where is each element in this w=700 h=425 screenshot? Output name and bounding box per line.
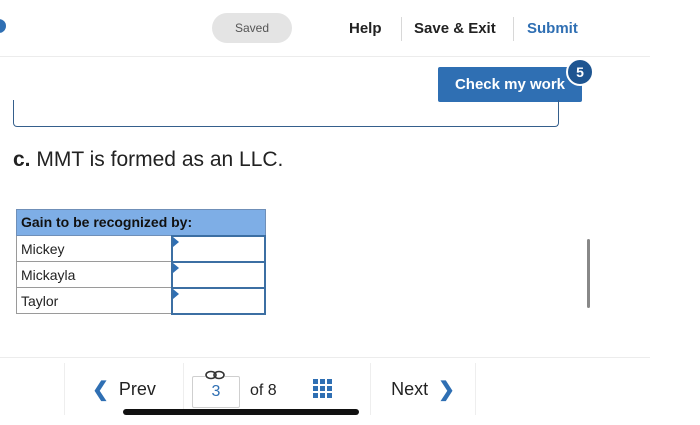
gain-input-cell[interactable] [170, 234, 267, 263]
home-indicator [123, 409, 359, 415]
gain-table: Gain to be recognized by: Mickey Mickayl… [15, 209, 267, 315]
grid-icon[interactable] [313, 379, 333, 399]
prev-label: Prev [118, 378, 156, 399]
table-row: Mickey [15, 234, 267, 263]
gain-input-cell[interactable] [170, 286, 267, 315]
saved-status-badge: Saved [212, 13, 292, 43]
divider [513, 17, 514, 41]
gain-input-mickey[interactable] [172, 236, 264, 261]
row-label-taylor: Taylor [15, 287, 173, 314]
menu-toggle-icon[interactable] [0, 19, 6, 33]
divider [0, 357, 650, 358]
next-button[interactable]: Next ❯ [370, 363, 476, 415]
page: Saved Help Save & Exit Submit Check my w… [0, 0, 700, 425]
row-label-mickey: Mickey [15, 235, 173, 262]
check-my-work-button[interactable]: Check my work [438, 67, 582, 102]
input-marker-icon [172, 262, 179, 273]
link-icon [205, 370, 225, 380]
help-link[interactable]: Help [349, 17, 382, 39]
table-row: Mickayla [15, 260, 267, 289]
chevron-left-icon: ❮ [92, 378, 109, 401]
divider [401, 17, 402, 41]
gain-input-taylor[interactable] [172, 288, 264, 313]
table-header: Gain to be recognized by: [16, 209, 266, 236]
question-text: c. MMT is formed as an LLC. [13, 148, 283, 172]
chevron-right-icon: ❯ [438, 378, 455, 401]
page-number-box[interactable]: 3 [192, 376, 240, 408]
table-row: Taylor [15, 286, 267, 315]
gain-input-cell[interactable] [170, 260, 267, 289]
top-bar: Saved Help Save & Exit Submit [0, 0, 650, 57]
submit-link[interactable]: Submit [527, 17, 578, 39]
page-total: of 8 [250, 382, 277, 399]
previous-part-box-bottom [13, 100, 559, 127]
input-marker-icon [172, 236, 179, 247]
check-count-badge: 5 [566, 58, 594, 86]
question-letter: c. [13, 148, 31, 171]
input-marker-icon [172, 288, 179, 299]
prev-button[interactable]: ❮ Prev [64, 363, 184, 415]
next-label: Next [391, 378, 429, 399]
scrollbar[interactable] [587, 239, 590, 308]
gain-input-mickayla[interactable] [172, 262, 264, 287]
question-body: MMT is formed as an LLC. [36, 148, 284, 171]
row-label-mickayla: Mickayla [15, 261, 173, 288]
save-exit-link[interactable]: Save & Exit [414, 17, 496, 39]
